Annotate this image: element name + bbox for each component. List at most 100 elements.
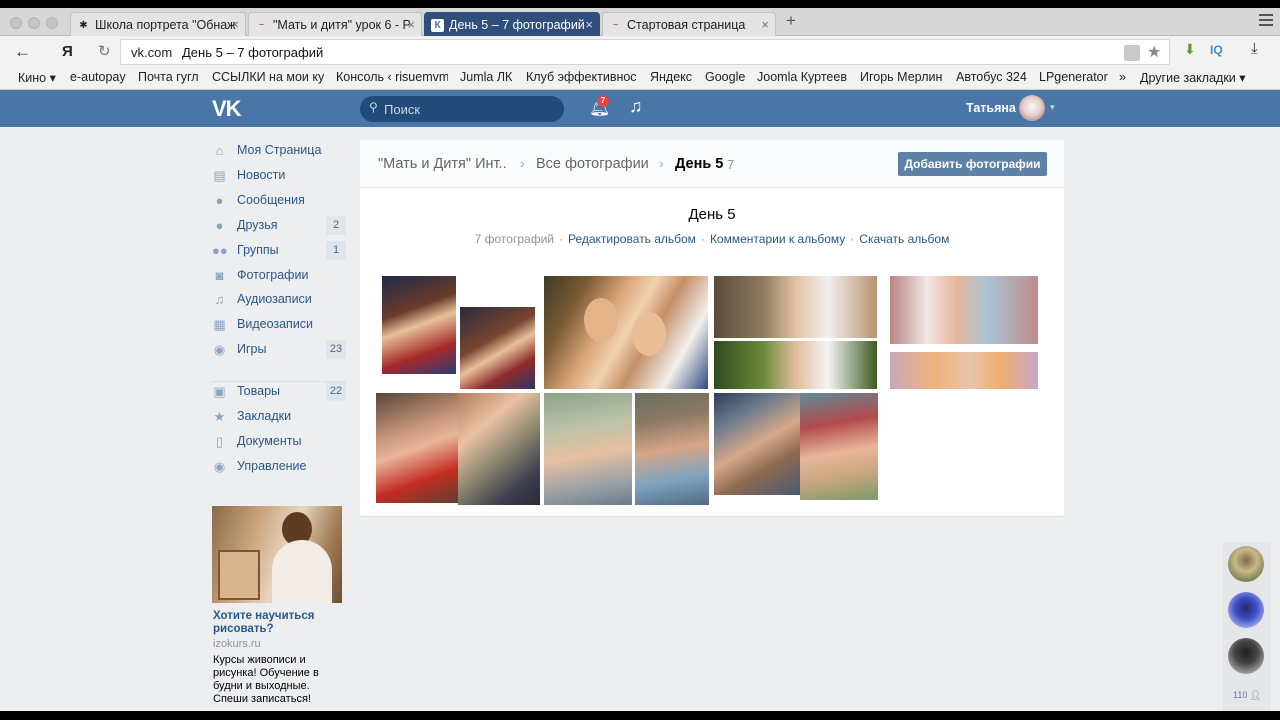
edit-album-link[interactable]: Редактировать альбом — [568, 232, 696, 246]
tab-portrait-school[interactable]: ✱ Школа портрета "Обнаж × — [70, 12, 246, 36]
photo-thumbnail[interactable] — [544, 276, 708, 389]
sidebar-item-label: Товары — [237, 384, 280, 398]
close-window-button[interactable] — [10, 17, 22, 29]
tab-lesson-6[interactable]: ~ "Мать и дитя" урок 6 - Р × — [248, 12, 422, 36]
bookmark-item[interactable]: LPgenerator — [1039, 70, 1108, 84]
bookmark-item[interactable]: Jumla ЛК — [460, 70, 512, 84]
download-album-link[interactable]: Скачать альбом — [859, 232, 949, 246]
search-box[interactable]: ⚲ — [360, 96, 564, 122]
url-host: vk.com — [131, 45, 173, 60]
minimize-window-button[interactable] — [28, 17, 40, 29]
album-card: "Мать и Дитя" Инт.. › Все фотографии › Д… — [360, 140, 1064, 516]
bookmark-item[interactable]: Google — [705, 70, 745, 84]
vk-logo[interactable]: VK — [212, 96, 242, 122]
album-meta: 7 фотографий · Редактировать альбом · Коммен… — [474, 232, 950, 246]
bookmarks-overflow-button[interactable]: » — [1119, 70, 1126, 84]
sidebar-item-manage[interactable]: ◉ Управление — [212, 457, 346, 479]
bookmark-item[interactable]: Консоль ‹ risuemvm — [336, 70, 448, 84]
reload-icon[interactable]: ↻ — [98, 42, 111, 60]
bookmark-item[interactable]: Игорь Мерлин — [860, 70, 942, 84]
sidebar-item-messages[interactable]: ● Сообщения — [212, 191, 346, 213]
photo-thumbnail[interactable] — [890, 276, 1038, 344]
sidebar-item-audio[interactable]: ♫ Аудиозаписи — [212, 290, 346, 312]
close-tab-icon[interactable]: × — [407, 17, 415, 32]
sidebar-item-games[interactable]: ◉ Игры 23 — [212, 340, 346, 362]
photo-thumbnail[interactable] — [714, 393, 800, 495]
chat-bar: 110 👤︎ — [1223, 542, 1271, 711]
bookmark-item[interactable]: Почта гугл — [138, 70, 199, 84]
lock-icon[interactable] — [1124, 45, 1140, 61]
sidebar-item-label: Игры — [237, 342, 267, 356]
breadcrumb-current: День 5 — [675, 156, 724, 172]
sidebar-item-photos[interactable]: ◙ Фотографии — [212, 266, 346, 288]
sidebar-item-bookmarks[interactable]: ★ Закладки — [212, 407, 346, 429]
browser-menu-icon[interactable] — [1259, 14, 1273, 26]
photo-thumbnail[interactable] — [714, 276, 877, 338]
ad-title[interactable]: Хотите научиться рисовать? — [213, 610, 343, 636]
close-tab-icon[interactable]: × — [761, 17, 769, 32]
add-photos-button[interactable]: Добавить фотографии — [898, 152, 1047, 176]
user-icon: 👤︎ — [1249, 690, 1262, 700]
photo-thumbnail[interactable] — [460, 307, 535, 389]
iq-extension-icon[interactable]: IQ — [1210, 43, 1223, 57]
site-favicon-icon: ~ — [258, 20, 265, 31]
ad-image[interactable] — [212, 506, 342, 603]
address-bar[interactable]: vk.com День 5 – 7 фотографий ★ — [120, 39, 1170, 65]
close-tab-icon[interactable]: × — [585, 17, 593, 32]
sidebar-item-video[interactable]: ▦ Видеозаписи — [212, 315, 346, 337]
tab-title: "Мать и дитя" урок 6 - Р — [273, 18, 411, 32]
bookmark-item[interactable]: Клуб эффективнос — [526, 70, 636, 84]
chat-avatar[interactable] — [1228, 638, 1264, 674]
market-icon: ▣ — [213, 384, 226, 399]
photo-thumbnail[interactable] — [714, 341, 877, 389]
chevron-down-icon[interactable]: ▾ — [1050, 102, 1055, 113]
avatar[interactable] — [1019, 95, 1045, 121]
chat-avatar[interactable] — [1228, 546, 1264, 582]
chevron-right-icon: › — [659, 155, 664, 171]
close-tab-icon[interactable]: × — [231, 17, 239, 32]
photo-thumbnail[interactable] — [376, 393, 458, 503]
other-bookmarks[interactable]: Другие закладки ▾ — [1140, 70, 1246, 85]
yandex-icon[interactable]: Я — [62, 43, 73, 60]
photo-thumbnail[interactable] — [635, 393, 709, 505]
download-extension-icon[interactable]: ⬇ — [1184, 41, 1196, 58]
breadcrumb-group[interactable]: "Мать и Дитя" Инт.. — [378, 156, 507, 172]
chat-avatar[interactable] — [1228, 592, 1264, 628]
photo-thumbnail[interactable] — [800, 393, 878, 500]
tab-start-page[interactable]: ~ Стартовая страница × — [602, 12, 776, 36]
album-comments-link[interactable]: Комментарии к альбому — [710, 232, 845, 246]
notification-badge: 7 — [597, 95, 609, 107]
new-tab-button[interactable]: + — [786, 11, 796, 31]
sidebar-item-groups[interactable]: ●● Группы 1 — [212, 241, 346, 263]
photo-thumbnail[interactable] — [890, 352, 1038, 389]
bookmark-item[interactable]: e-autopay — [70, 70, 126, 84]
document-icon: ▯ — [215, 434, 224, 449]
breadcrumb-all-photos[interactable]: Все фотографии — [536, 156, 649, 172]
bookmark-item[interactable]: Кино ▾ — [18, 70, 56, 85]
bookmark-item[interactable]: ССЫЛКИ на мои ку — [212, 70, 324, 84]
url-page-title: День 5 – 7 фотографий — [182, 45, 324, 60]
bookmark-item[interactable]: Автобус 324 — [956, 70, 1027, 84]
photo-thumbnail[interactable] — [458, 393, 540, 505]
sidebar-item-my-page[interactable]: ⌂ Моя Страница — [212, 141, 346, 163]
tab-day-5[interactable]: К День 5 – 7 фотографий × — [424, 12, 600, 36]
sidebar-item-market[interactable]: ▣ Товары 22 — [212, 382, 346, 404]
photo-thumbnail[interactable] — [382, 276, 456, 374]
music-icon[interactable]: ♫ — [629, 96, 643, 117]
photo-thumbnail[interactable] — [544, 393, 632, 505]
maximize-window-button[interactable] — [46, 17, 58, 29]
breadcrumb: "Мать и Дитя" Инт.. › Все фотографии › Д… — [360, 140, 1064, 188]
back-arrow-icon[interactable]: ← — [14, 42, 31, 62]
ad-domain: izokurs.ru — [213, 638, 261, 650]
sidebar-item-friends[interactable]: ● Друзья 2 — [212, 216, 346, 238]
user-name[interactable]: Татьяна — [966, 101, 1016, 115]
search-input[interactable] — [384, 100, 554, 118]
sidebar-item-count: 1 — [326, 241, 346, 260]
sidebar-item-label: Группы — [237, 243, 279, 257]
sidebar-item-documents[interactable]: ▯ Документы — [212, 432, 346, 454]
bookmark-star-icon[interactable]: ★ — [1147, 42, 1161, 62]
sidebar-item-news[interactable]: ▤ Новости — [212, 166, 346, 188]
bookmark-item[interactable]: Joomla Куртеев — [757, 70, 847, 84]
bookmark-item[interactable]: Яндекс — [650, 70, 692, 84]
downloads-icon[interactable]: ⤓ — [1251, 40, 1258, 57]
